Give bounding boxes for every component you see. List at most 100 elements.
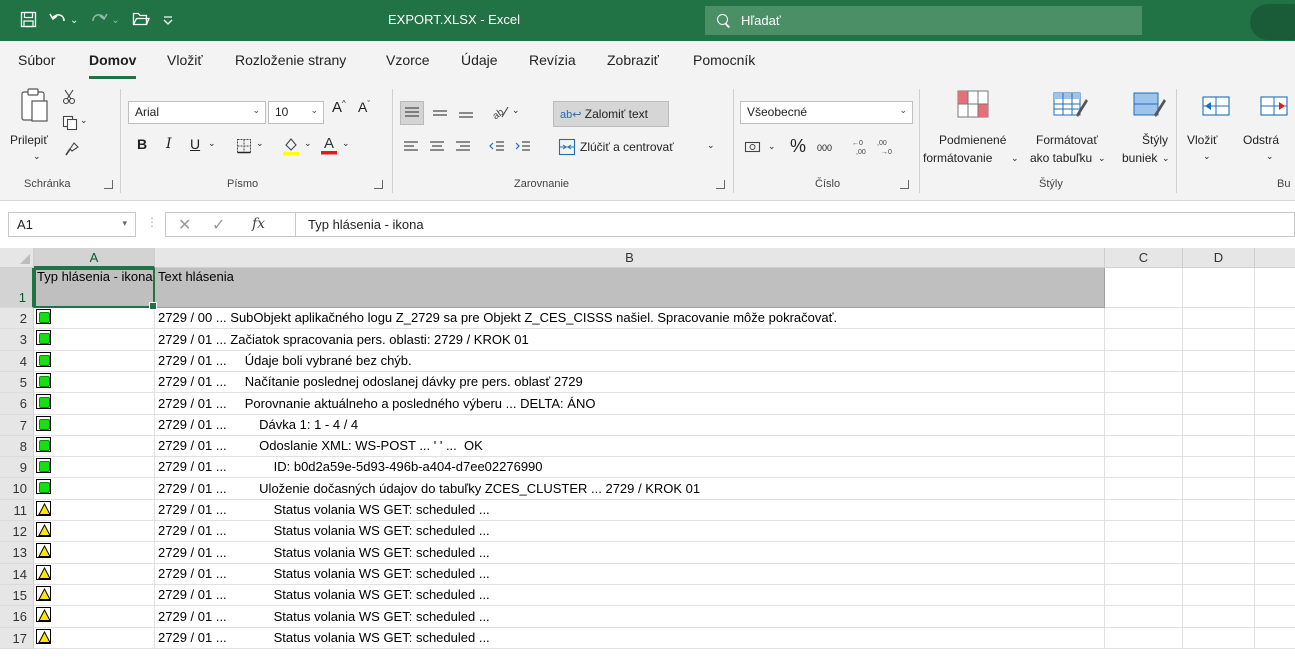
cell-message[interactable]: 2729 / 01 ... Status volania WS GET: sch… bbox=[155, 585, 1105, 606]
orientation-icon[interactable]: ab bbox=[490, 103, 510, 126]
cell-c[interactable] bbox=[1105, 606, 1183, 628]
align-bottom-icon[interactable] bbox=[457, 105, 475, 126]
row-header[interactable]: 13 bbox=[0, 542, 34, 564]
search-box[interactable]: Hľadať bbox=[705, 6, 1142, 35]
undo-dropdown-icon[interactable]: ⌄ bbox=[70, 15, 78, 26]
cell-e1[interactable] bbox=[1255, 268, 1295, 308]
cell-d[interactable] bbox=[1183, 415, 1255, 436]
increase-decimal-icon[interactable]: ←0,00 bbox=[851, 137, 871, 162]
row-header[interactable]: 9 bbox=[0, 457, 34, 478]
merge-center-button[interactable]: Zlúčiť a centrovať bbox=[580, 140, 674, 154]
font-size-select[interactable]: 10 ⌄ bbox=[268, 101, 324, 124]
column-header-a[interactable]: A bbox=[34, 248, 155, 268]
align-right-icon[interactable] bbox=[454, 139, 472, 160]
cell-c[interactable] bbox=[1105, 372, 1183, 393]
cell-e[interactable] bbox=[1255, 308, 1295, 329]
cell-c[interactable] bbox=[1105, 329, 1183, 351]
bold-button[interactable]: B bbox=[137, 136, 147, 152]
delete-cells-dropdown-icon[interactable]: ⌄ bbox=[1266, 151, 1274, 162]
cell-e[interactable] bbox=[1255, 351, 1295, 372]
cell-c[interactable] bbox=[1105, 308, 1183, 329]
cell-message[interactable]: 2729 / 01 ... Údaje boli vybrané bez chý… bbox=[155, 351, 1105, 372]
undo-icon[interactable] bbox=[49, 11, 67, 31]
cell-status[interactable] bbox=[34, 564, 155, 585]
cell-message[interactable]: 2729 / 01 ... Status volania WS GET: sch… bbox=[155, 628, 1105, 649]
insert-function-button[interactable]: fx bbox=[252, 216, 265, 232]
cell-status[interactable] bbox=[34, 628, 155, 649]
accounting-dropdown-icon[interactable]: ⌄ bbox=[768, 141, 776, 152]
fill-color-icon[interactable] bbox=[282, 136, 300, 161]
alignment-launcher-icon[interactable] bbox=[716, 180, 725, 189]
cell-status[interactable] bbox=[34, 372, 155, 393]
cell-d[interactable] bbox=[1183, 628, 1255, 649]
cell-message[interactable]: 2729 / 01 ... Uloženie dočasných údajov … bbox=[155, 478, 1105, 500]
cell-status[interactable] bbox=[34, 393, 155, 415]
borders-icon[interactable] bbox=[236, 138, 252, 159]
cell-e[interactable] bbox=[1255, 457, 1295, 478]
format-as-table-label-2[interactable]: ako tabuľku bbox=[1030, 151, 1092, 165]
underline-dropdown-icon[interactable]: ⌄ bbox=[208, 138, 216, 149]
borders-dropdown-icon[interactable]: ⌄ bbox=[256, 138, 264, 149]
delete-cells-label[interactable]: Odstrá bbox=[1243, 133, 1279, 147]
conditional-formatting-label-1[interactable]: Podmienené bbox=[939, 133, 1006, 147]
cell-d[interactable] bbox=[1183, 308, 1255, 329]
cell-d[interactable] bbox=[1183, 393, 1255, 415]
cell-c1[interactable] bbox=[1105, 268, 1183, 308]
align-center-icon[interactable] bbox=[428, 139, 446, 160]
format-as-table-label-1[interactable]: Formátovať bbox=[1036, 133, 1098, 147]
format-as-table-icon[interactable] bbox=[1052, 89, 1088, 124]
cell-status[interactable] bbox=[34, 500, 155, 521]
cell-message[interactable]: 2729 / 01 ... Status volania WS GET: sch… bbox=[155, 542, 1105, 564]
cell-e[interactable] bbox=[1255, 542, 1295, 564]
font-color-icon[interactable]: A bbox=[320, 134, 338, 161]
cell-status[interactable] bbox=[34, 478, 155, 500]
column-header-c[interactable]: C bbox=[1105, 248, 1183, 268]
cell-a1[interactable]: Typ hlásenia - ikona bbox=[34, 268, 155, 308]
row-header[interactable]: 2 bbox=[0, 308, 34, 329]
column-header-d[interactable]: D bbox=[1183, 248, 1255, 268]
cell-e[interactable] bbox=[1255, 628, 1295, 649]
cell-e[interactable] bbox=[1255, 393, 1295, 415]
worksheet-grid[interactable]: A B C D 1 Typ hlásenia - ikona Text hlás… bbox=[0, 248, 1295, 659]
cell-message[interactable]: 2729 / 01 ... Status volania WS GET: sch… bbox=[155, 606, 1105, 628]
cell-d[interactable] bbox=[1183, 436, 1255, 457]
cell-d[interactable] bbox=[1183, 351, 1255, 372]
redo-dropdown-icon[interactable]: ⌄ bbox=[111, 15, 119, 26]
cell-e[interactable] bbox=[1255, 372, 1295, 393]
cell-status[interactable] bbox=[34, 329, 155, 351]
cell-d[interactable] bbox=[1183, 606, 1255, 628]
decrease-decimal-icon[interactable]: ,00 →0 bbox=[876, 137, 896, 162]
cell-e[interactable] bbox=[1255, 436, 1295, 457]
italic-button[interactable]: I bbox=[166, 136, 172, 152]
cell-b1[interactable]: Text hlásenia bbox=[155, 268, 1105, 308]
row-header[interactable]: 17 bbox=[0, 628, 34, 649]
row-header[interactable]: 5 bbox=[0, 372, 34, 393]
percent-icon[interactable]: % bbox=[790, 136, 806, 157]
fill-color-dropdown-icon[interactable]: ⌄ bbox=[304, 138, 312, 149]
row-header[interactable]: 6 bbox=[0, 393, 34, 415]
font-name-select[interactable]: Arial ⌄ bbox=[128, 101, 266, 124]
cell-styles-icon[interactable] bbox=[1132, 89, 1166, 124]
cell-status[interactable] bbox=[34, 606, 155, 628]
row-header[interactable]: 3 bbox=[0, 329, 34, 351]
insert-cells-label[interactable]: Vložiť bbox=[1187, 133, 1218, 147]
cell-d[interactable] bbox=[1183, 500, 1255, 521]
row-header[interactable]: 7 bbox=[0, 415, 34, 436]
tab-review[interactable]: Revízia bbox=[529, 52, 576, 68]
cell-message[interactable]: 2729 / 01 ... Odoslanie XML: WS-POST ...… bbox=[155, 436, 1105, 457]
thousands-separator-button[interactable]: 000 bbox=[817, 143, 832, 153]
paste-dropdown-icon[interactable]: ⌄ bbox=[33, 151, 41, 162]
row-header[interactable]: 8 bbox=[0, 436, 34, 457]
insert-cells-dropdown-icon[interactable]: ⌄ bbox=[1203, 151, 1211, 162]
formula-input[interactable]: Typ hlásenia - ikona bbox=[295, 212, 1295, 237]
clipboard-launcher-icon[interactable] bbox=[104, 180, 113, 189]
cell-c[interactable] bbox=[1105, 564, 1183, 585]
conditional-formatting-dropdown-icon[interactable]: ⌄ bbox=[1011, 153, 1019, 164]
cell-status[interactable] bbox=[34, 415, 155, 436]
cell-status[interactable] bbox=[34, 436, 155, 457]
row-header[interactable]: 15 bbox=[0, 585, 34, 606]
cell-d1[interactable] bbox=[1183, 268, 1255, 308]
cell-message[interactable]: 2729 / 01 ... ID: b0d2a59e-5d93-496b-a40… bbox=[155, 457, 1105, 478]
cell-message[interactable]: 2729 / 01 ... Status volania WS GET: sch… bbox=[155, 564, 1105, 585]
cell-message[interactable]: 2729 / 01 ... Načítanie poslednej odosla… bbox=[155, 372, 1105, 393]
